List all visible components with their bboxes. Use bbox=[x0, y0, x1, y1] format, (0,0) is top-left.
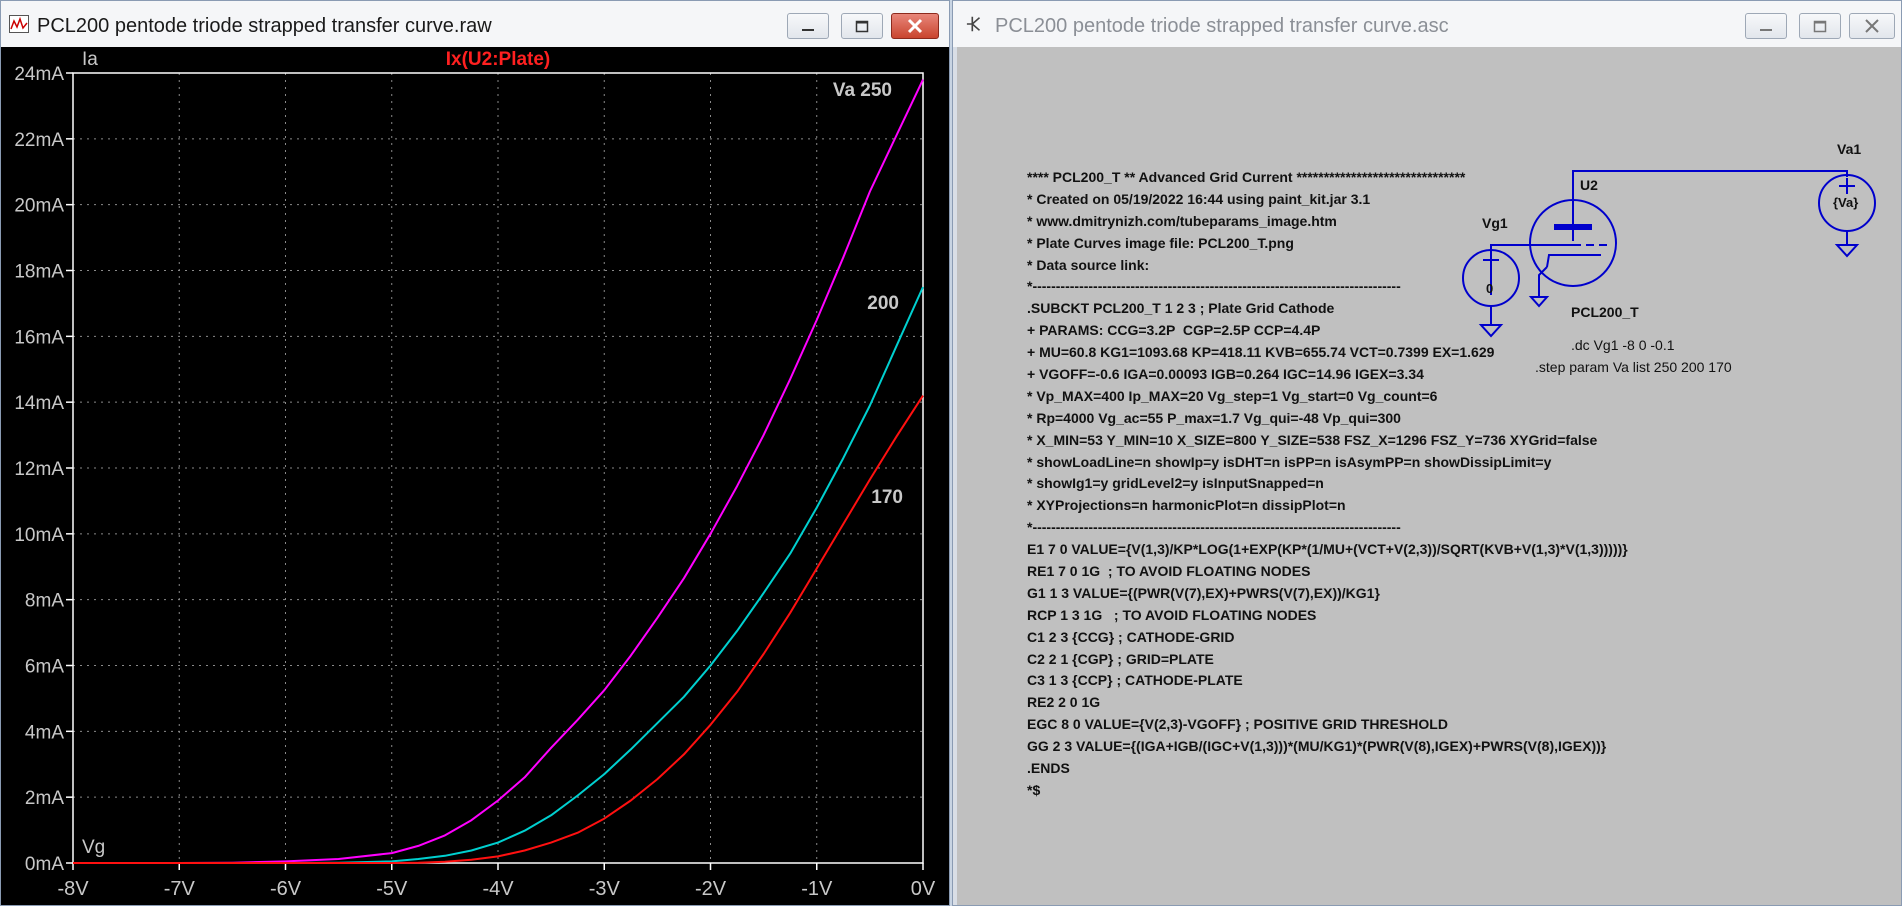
window-title: PCL200 pentode triode strapped transfer … bbox=[995, 15, 1449, 37]
y-tick-label: 20mA bbox=[14, 196, 64, 217]
series-line-2[interactable] bbox=[73, 286, 924, 864]
y-tick-label: 24mA bbox=[14, 64, 64, 85]
y-axis-name: Ia bbox=[82, 49, 98, 70]
series-label: Va 250 bbox=[833, 80, 892, 101]
dc-directive[interactable]: .dc Vg1 -8 0 -0.1 bbox=[1571, 337, 1675, 353]
vg1-value[interactable]: 0 bbox=[1486, 281, 1493, 296]
x-tick-label: -2V bbox=[695, 878, 727, 900]
waveform-window: PCL200 pentode triode strapped transfer … bbox=[0, 0, 950, 906]
x-axis-name: Vg bbox=[82, 837, 105, 858]
vg1-label: Vg1 bbox=[1482, 215, 1508, 231]
y-tick-label: 22mA bbox=[14, 130, 64, 151]
x-tick-label: -8V bbox=[57, 878, 89, 900]
transfer-curve-chart[interactable]: -8V -7V -6V -5V -4V -3V -2V -1V 0V 0mA 2mA 4mA 6mA 8m… bbox=[1, 47, 949, 905]
x-tick-label: -5V bbox=[376, 878, 408, 900]
title-bar[interactable]: PCL200 pentode triode strapped transfer … bbox=[953, 1, 1901, 48]
x-tick-label: -1V bbox=[801, 878, 833, 900]
series-label: 170 bbox=[871, 487, 903, 508]
y-tick-label: 0mA bbox=[25, 854, 64, 875]
tube-ref-label: U2 bbox=[1580, 177, 1598, 193]
x-tick-label: 0V bbox=[911, 878, 936, 900]
va1-value[interactable]: {Va} bbox=[1833, 195, 1858, 210]
close-icon bbox=[1865, 19, 1879, 33]
schematic-app-icon bbox=[966, 16, 981, 32]
window-title: PCL200 pentode triode strapped transfer … bbox=[37, 15, 492, 37]
minimize-button[interactable] bbox=[787, 13, 829, 39]
y-tick-label: 16mA bbox=[14, 327, 64, 348]
close-button[interactable] bbox=[891, 13, 939, 39]
x-tick-label: -6V bbox=[270, 878, 302, 900]
minimize-icon bbox=[802, 29, 814, 31]
close-button[interactable] bbox=[1849, 13, 1895, 39]
minimize-button[interactable] bbox=[1745, 13, 1787, 39]
va1-label: Va1 bbox=[1837, 141, 1862, 157]
plot-pane[interactable]: -8V -7V -6V -5V -4V -3V -2V -1V 0V 0mA 2mA 4mA 6mA 8m… bbox=[1, 47, 949, 905]
x-tick-label: -3V bbox=[589, 878, 621, 900]
y-tick-label: 2mA bbox=[25, 788, 64, 809]
schematic-canvas[interactable]: **** PCL200_T ** Advanced Grid Current *… bbox=[953, 47, 1901, 905]
x-tick-label: -4V bbox=[482, 878, 514, 900]
tube-model-label: PCL200_T bbox=[1571, 304, 1639, 320]
y-tick-label: 10mA bbox=[14, 525, 64, 546]
minimize-icon bbox=[1760, 29, 1772, 31]
y-tick-label: 8mA bbox=[25, 591, 64, 612]
schematic-drawing bbox=[1462, 170, 1876, 338]
schematic-window: PCL200 pentode triode strapped transfer … bbox=[952, 0, 1902, 906]
y-tick-label: 12mA bbox=[14, 459, 64, 480]
step-directive[interactable]: .step param Va list 250 200 170 bbox=[1535, 359, 1732, 375]
y-tick-label: 6mA bbox=[25, 657, 64, 678]
maximize-icon bbox=[1813, 20, 1827, 33]
y-tick-label: 14mA bbox=[14, 393, 64, 414]
y-tick-label: 18mA bbox=[14, 262, 64, 283]
maximize-button[interactable] bbox=[1799, 13, 1841, 39]
maximize-button[interactable] bbox=[841, 13, 883, 39]
series-label: 200 bbox=[867, 293, 899, 314]
waveform-app-icon bbox=[9, 15, 29, 33]
maximize-icon bbox=[855, 20, 869, 33]
y-tick-label: 4mA bbox=[25, 722, 64, 743]
x-tick-label: -7V bbox=[164, 878, 196, 900]
close-icon bbox=[907, 18, 923, 34]
trace-label[interactable]: Ix(U2:Plate) bbox=[446, 49, 551, 70]
title-bar[interactable]: PCL200 pentode triode strapped transfer … bbox=[1, 1, 949, 48]
